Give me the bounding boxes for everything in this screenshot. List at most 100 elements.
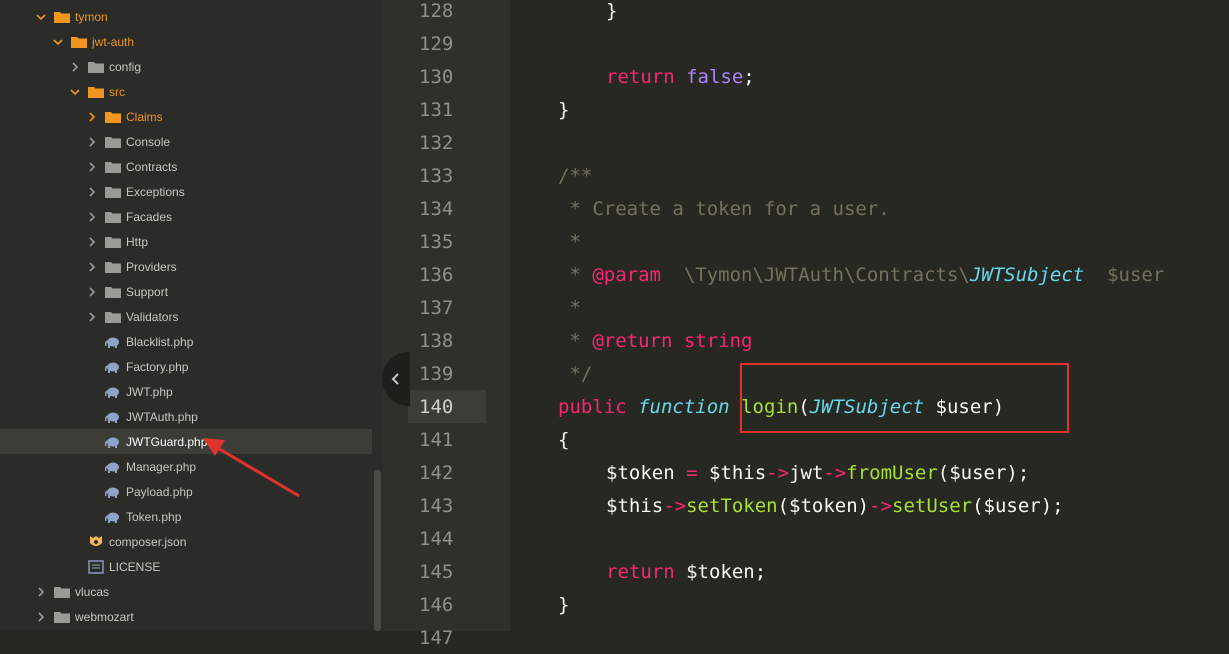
- license-file-icon: [88, 559, 104, 574]
- tree-item-label: composer.json: [109, 534, 187, 549]
- annotation-arrow-icon: [203, 438, 300, 498]
- tree-item-tymon[interactable]: tymon: [0, 4, 372, 29]
- code-line[interactable]: }: [558, 93, 569, 126]
- tree-item-http[interactable]: Http: [0, 229, 372, 254]
- code-token: string: [672, 329, 753, 352]
- code-token: return: [606, 560, 675, 583]
- tree-item-token-php[interactable]: Token.php: [0, 504, 372, 529]
- code-token: }: [558, 593, 570, 616]
- code-token: false: [686, 65, 744, 88]
- code-line[interactable]: }: [606, 0, 617, 27]
- tree-item-webmozart[interactable]: webmozart: [0, 604, 372, 629]
- tree-item-factory-php[interactable]: Factory.php: [0, 354, 372, 379]
- code-line[interactable]: * @param \Tymon\JWTAuth\Contracts\ JWTSub…: [558, 258, 1164, 291]
- tree-item-payload-php[interactable]: Payload.php: [0, 479, 372, 504]
- code-token: *: [558, 263, 593, 286]
- tree-item-facades[interactable]: Facades: [0, 204, 372, 229]
- code-line[interactable]: $token = $this -> jwt -> fromUser ($user);: [606, 456, 1029, 489]
- line-number: 129: [419, 32, 454, 55]
- tree-item-exceptions[interactable]: Exceptions: [0, 179, 372, 204]
- code-token: $token: [606, 461, 675, 484]
- chevron-right-icon[interactable]: [87, 136, 97, 147]
- code-line[interactable]: return $token;: [606, 555, 766, 588]
- chevron-right-icon[interactable]: [87, 311, 97, 322]
- code-token: $user: [1084, 263, 1165, 286]
- tree-item-composer-json[interactable]: composer.json: [0, 529, 372, 554]
- chevron-right-icon[interactable]: [36, 611, 46, 622]
- code-token: *: [558, 329, 593, 352]
- code-token: */: [558, 362, 593, 385]
- folder-icon: [105, 260, 121, 274]
- annotation-highlight-box: [740, 363, 1069, 433]
- tree-item-label: jwt-auth: [92, 34, 135, 49]
- tree-item-label: src: [109, 84, 125, 99]
- code-token: }: [606, 0, 618, 22]
- code-line[interactable]: * Create a token for a user.: [558, 192, 889, 225]
- tree-item-jwtguard-php[interactable]: JWTGuard.php: [0, 429, 372, 454]
- code-token: jwt: [789, 461, 824, 484]
- code-token: $this: [708, 461, 767, 484]
- chevron-right-icon[interactable]: [87, 161, 97, 172]
- tree-item-jwt-auth[interactable]: jwt-auth: [0, 29, 372, 54]
- code-token: ->: [766, 461, 790, 484]
- code-token: ;: [743, 65, 755, 88]
- code-line[interactable]: $this -> setToken ($token) -> setUser ($user);: [606, 489, 1064, 522]
- tree-item-vlucas[interactable]: vlucas: [0, 579, 372, 604]
- line-number: 144: [419, 527, 454, 550]
- code-line[interactable]: {: [558, 423, 569, 456]
- tree-item-label: Blacklist.php: [126, 334, 194, 349]
- code-token: ($user);: [937, 461, 1030, 484]
- tree-item-console[interactable]: Console: [0, 129, 372, 154]
- tree-item-jwtauth-php[interactable]: JWTAuth.php: [0, 404, 372, 429]
- tree-item-validators[interactable]: Validators: [0, 304, 372, 329]
- tree-item-label: Support: [126, 284, 169, 299]
- code-token: fromUser: [846, 461, 938, 484]
- code-token: *: [558, 296, 581, 319]
- tree-item-license[interactable]: LICENSE: [0, 554, 372, 579]
- chevron-right-icon[interactable]: [87, 261, 97, 272]
- tree-item-manager-php[interactable]: Manager.php: [0, 454, 372, 479]
- chevron-right-icon[interactable]: [87, 211, 97, 222]
- folder-icon: [54, 10, 70, 24]
- php-elephant-icon: [105, 410, 121, 424]
- tree-item-support[interactable]: Support: [0, 279, 372, 304]
- chevron-right-icon[interactable]: [36, 586, 46, 597]
- code-line[interactable]: }: [558, 588, 569, 621]
- chevron-right-icon[interactable]: [70, 61, 80, 72]
- chevron-down-icon[interactable]: [36, 12, 46, 22]
- tree-item-label: webmozart: [75, 609, 134, 624]
- chevron-right-icon[interactable]: [87, 111, 97, 122]
- folder-icon: [105, 285, 121, 299]
- chevron-down-icon[interactable]: [70, 87, 80, 97]
- code-line[interactable]: *: [558, 225, 580, 258]
- code-line[interactable]: * @return string: [558, 324, 752, 357]
- code-token: return: [606, 65, 675, 88]
- line-number: 142: [419, 461, 454, 484]
- code-line[interactable]: *: [558, 291, 581, 324]
- folder-icon: [71, 35, 87, 49]
- tree-item-label: Console: [126, 134, 171, 149]
- code-token: \Tymon\JWTAuth\Contracts\: [660, 263, 970, 286]
- code-line[interactable]: /**: [558, 159, 592, 192]
- chevron-right-icon[interactable]: [87, 186, 97, 197]
- tree-item-label: Factory.php: [126, 359, 189, 374]
- sidebar-scrollbar-thumb[interactable]: [374, 470, 381, 631]
- chevron-down-icon[interactable]: [53, 37, 63, 47]
- line-number: 145: [419, 560, 454, 583]
- tree-item-providers[interactable]: Providers: [0, 254, 372, 279]
- tree-item-contracts[interactable]: Contracts: [0, 154, 372, 179]
- line-number: 130: [419, 65, 454, 88]
- chevron-right-icon[interactable]: [87, 236, 97, 247]
- tree-item-label: config: [109, 59, 142, 74]
- code-token: =: [674, 461, 709, 484]
- tree-item-claims[interactable]: Claims: [0, 104, 372, 129]
- code-line[interactable]: return false;: [606, 60, 755, 93]
- code-line[interactable]: */: [558, 357, 592, 390]
- tree-item-jwt-php[interactable]: JWT.php: [0, 379, 372, 404]
- tree-item-blacklist-php[interactable]: Blacklist.php: [0, 329, 372, 354]
- chevron-right-icon[interactable]: [87, 286, 97, 297]
- tree-item-config[interactable]: config: [0, 54, 372, 79]
- tree-item-src[interactable]: src: [0, 79, 372, 104]
- code-token: /**: [558, 164, 593, 187]
